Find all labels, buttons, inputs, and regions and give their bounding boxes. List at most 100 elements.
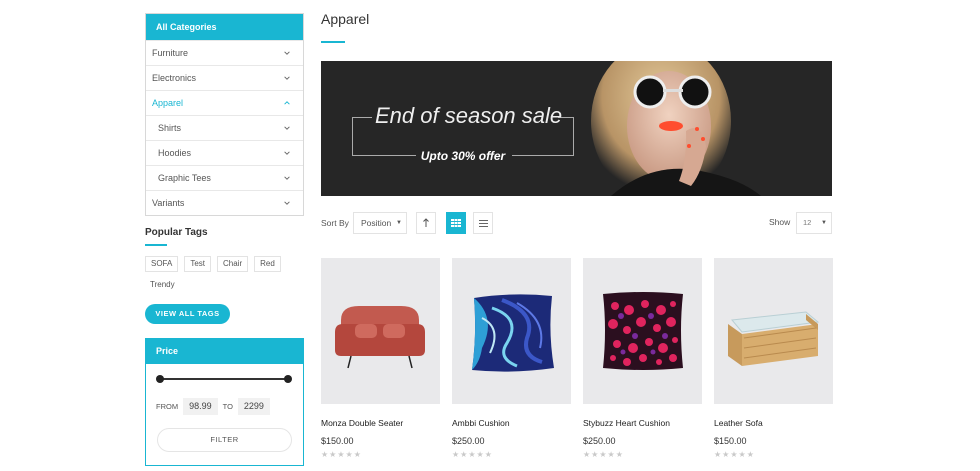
- filter-button[interactable]: FILTER: [157, 428, 292, 452]
- star-icon: ★: [746, 450, 754, 459]
- to-label: TO: [222, 402, 233, 411]
- star-icon: ★: [321, 450, 329, 459]
- product-name[interactable]: Stybuzz Heart Cushion: [583, 418, 702, 428]
- show-count-select[interactable]: 12 ▼: [796, 212, 832, 234]
- star-icon: ★: [484, 450, 492, 459]
- list-icon: [478, 219, 488, 227]
- chevron-down-icon[interactable]: [281, 172, 293, 184]
- star-icon: ★: [591, 450, 599, 459]
- price-range-slider[interactable]: [156, 375, 292, 383]
- sofa-image: [335, 306, 425, 369]
- banner-frame-edge: [352, 117, 372, 118]
- product-card[interactable]: Stybuzz Heart Cushion $250.00 ★ ★ ★ ★ ★: [583, 258, 702, 459]
- star-icon: ★: [345, 450, 353, 459]
- model-photo: [591, 61, 832, 196]
- show-label: Show: [769, 217, 791, 227]
- star-icon: ★: [607, 450, 615, 459]
- category-label: Apparel: [152, 98, 184, 108]
- leather-sofa-image: [728, 311, 820, 366]
- slider-min-handle[interactable]: [156, 375, 164, 383]
- slider-track: [158, 378, 290, 380]
- star-icon: ★: [738, 450, 746, 459]
- category-shirts[interactable]: Shirts: [146, 115, 303, 140]
- category-label: Furniture: [152, 48, 189, 58]
- product-price: $150.00: [714, 436, 747, 446]
- category-furniture[interactable]: Furniture: [146, 40, 303, 65]
- rating-stars: ★ ★ ★ ★ ★: [452, 451, 571, 459]
- cushion-image: [472, 294, 554, 372]
- banner-subtitle: Upto 30% offer: [420, 149, 506, 163]
- sort-by-label: Sort By: [321, 218, 349, 228]
- star-icon: ★: [714, 450, 722, 459]
- star-icon: ★: [337, 450, 345, 459]
- slider-max-handle[interactable]: [284, 375, 292, 383]
- caret-down-icon: ▼: [396, 220, 402, 226]
- category-label: Hoodies: [158, 148, 192, 158]
- star-icon: ★: [730, 450, 738, 459]
- product-image[interactable]: [583, 258, 702, 404]
- promo-banner[interactable]: End of season sale Upto 30% offer: [321, 61, 832, 196]
- chevron-down-icon[interactable]: [281, 197, 293, 209]
- sort-select[interactable]: Position ▼: [353, 212, 407, 234]
- from-label: FROM: [156, 402, 179, 411]
- sort-value: Position: [361, 218, 392, 228]
- price-filter-panel: Price FROM 98.99 TO 2299 FILTER: [145, 338, 304, 466]
- product-price: $250.00: [452, 436, 485, 446]
- category-label: Variants: [152, 198, 185, 208]
- product-card[interactable]: Monza Double Seater $150.00 ★ ★ ★ ★ ★: [321, 258, 440, 459]
- product-card[interactable]: Leather Sofa $150.00 ★ ★ ★ ★ ★: [714, 258, 833, 459]
- product-card[interactable]: Ambbi Cushion $250.00 ★ ★ ★ ★ ★: [452, 258, 571, 459]
- heart-cushion-image: [603, 292, 683, 370]
- arrow-up-icon: [423, 218, 429, 227]
- category-apparel[interactable]: Apparel: [146, 90, 303, 115]
- tag-sofa[interactable]: SOFA: [145, 256, 179, 272]
- product-grid: Monza Double Seater $150.00 ★ ★ ★ ★ ★ Ambbi …: [321, 258, 833, 459]
- view-all-tags-button[interactable]: VIEW ALL TAGS: [145, 304, 230, 324]
- price-to-input[interactable]: 2299: [237, 398, 270, 415]
- chevron-down-icon[interactable]: [281, 122, 293, 134]
- chevron-down-icon[interactable]: [281, 72, 293, 84]
- product-image[interactable]: [321, 258, 440, 404]
- price-title: Price: [146, 339, 303, 364]
- star-icon: ★: [460, 450, 468, 459]
- product-toolbar: Sort By Position ▼ Show 12 ▼: [321, 212, 832, 234]
- product-image[interactable]: [452, 258, 571, 404]
- category-graphic-tees[interactable]: Graphic Tees: [146, 165, 303, 190]
- category-label: Shirts: [158, 123, 182, 133]
- grid-view-button[interactable]: [446, 212, 466, 234]
- category-variants[interactable]: Variants: [146, 190, 303, 215]
- tag-trendy[interactable]: Trendy: [145, 278, 180, 294]
- product-name[interactable]: Ambbi Cushion: [452, 418, 571, 428]
- chevron-down-icon[interactable]: [281, 47, 293, 59]
- tag-list: SOFA Test Chair Red Trendy: [145, 256, 285, 294]
- star-icon: ★: [329, 450, 337, 459]
- tag-test[interactable]: Test: [184, 256, 212, 272]
- price-from-input[interactable]: 98.99: [183, 398, 218, 415]
- product-image[interactable]: [714, 258, 833, 404]
- categories-title: All Categories: [146, 14, 303, 40]
- product-name[interactable]: Monza Double Seater: [321, 418, 440, 428]
- grid-icon: [451, 219, 461, 227]
- tag-red[interactable]: Red: [254, 256, 281, 272]
- category-label: Electronics: [152, 73, 197, 83]
- product-name[interactable]: Leather Sofa: [714, 418, 833, 428]
- product-price: $250.00: [583, 436, 616, 446]
- show-value: 12: [803, 218, 812, 227]
- product-price: $150.00: [321, 436, 354, 446]
- tag-chair[interactable]: Chair: [217, 256, 249, 272]
- sort-direction-button[interactable]: [416, 212, 436, 234]
- chevron-down-icon[interactable]: [281, 147, 293, 159]
- rating-stars: ★ ★ ★ ★ ★: [321, 451, 440, 459]
- categories-panel: All Categories Furniture Electronics App…: [145, 13, 304, 216]
- page-title: Apparel: [321, 11, 370, 27]
- list-view-button[interactable]: [473, 212, 493, 234]
- star-icon: ★: [615, 450, 623, 459]
- star-icon: ★: [468, 450, 476, 459]
- star-icon: ★: [476, 450, 484, 459]
- star-icon: ★: [599, 450, 607, 459]
- category-hoodies[interactable]: Hoodies: [146, 140, 303, 165]
- price-range-inputs: FROM 98.99 TO 2299: [156, 398, 270, 415]
- chevron-up-icon[interactable]: [281, 97, 293, 109]
- rating-stars: ★ ★ ★ ★ ★: [583, 451, 702, 459]
- category-electronics[interactable]: Electronics: [146, 65, 303, 90]
